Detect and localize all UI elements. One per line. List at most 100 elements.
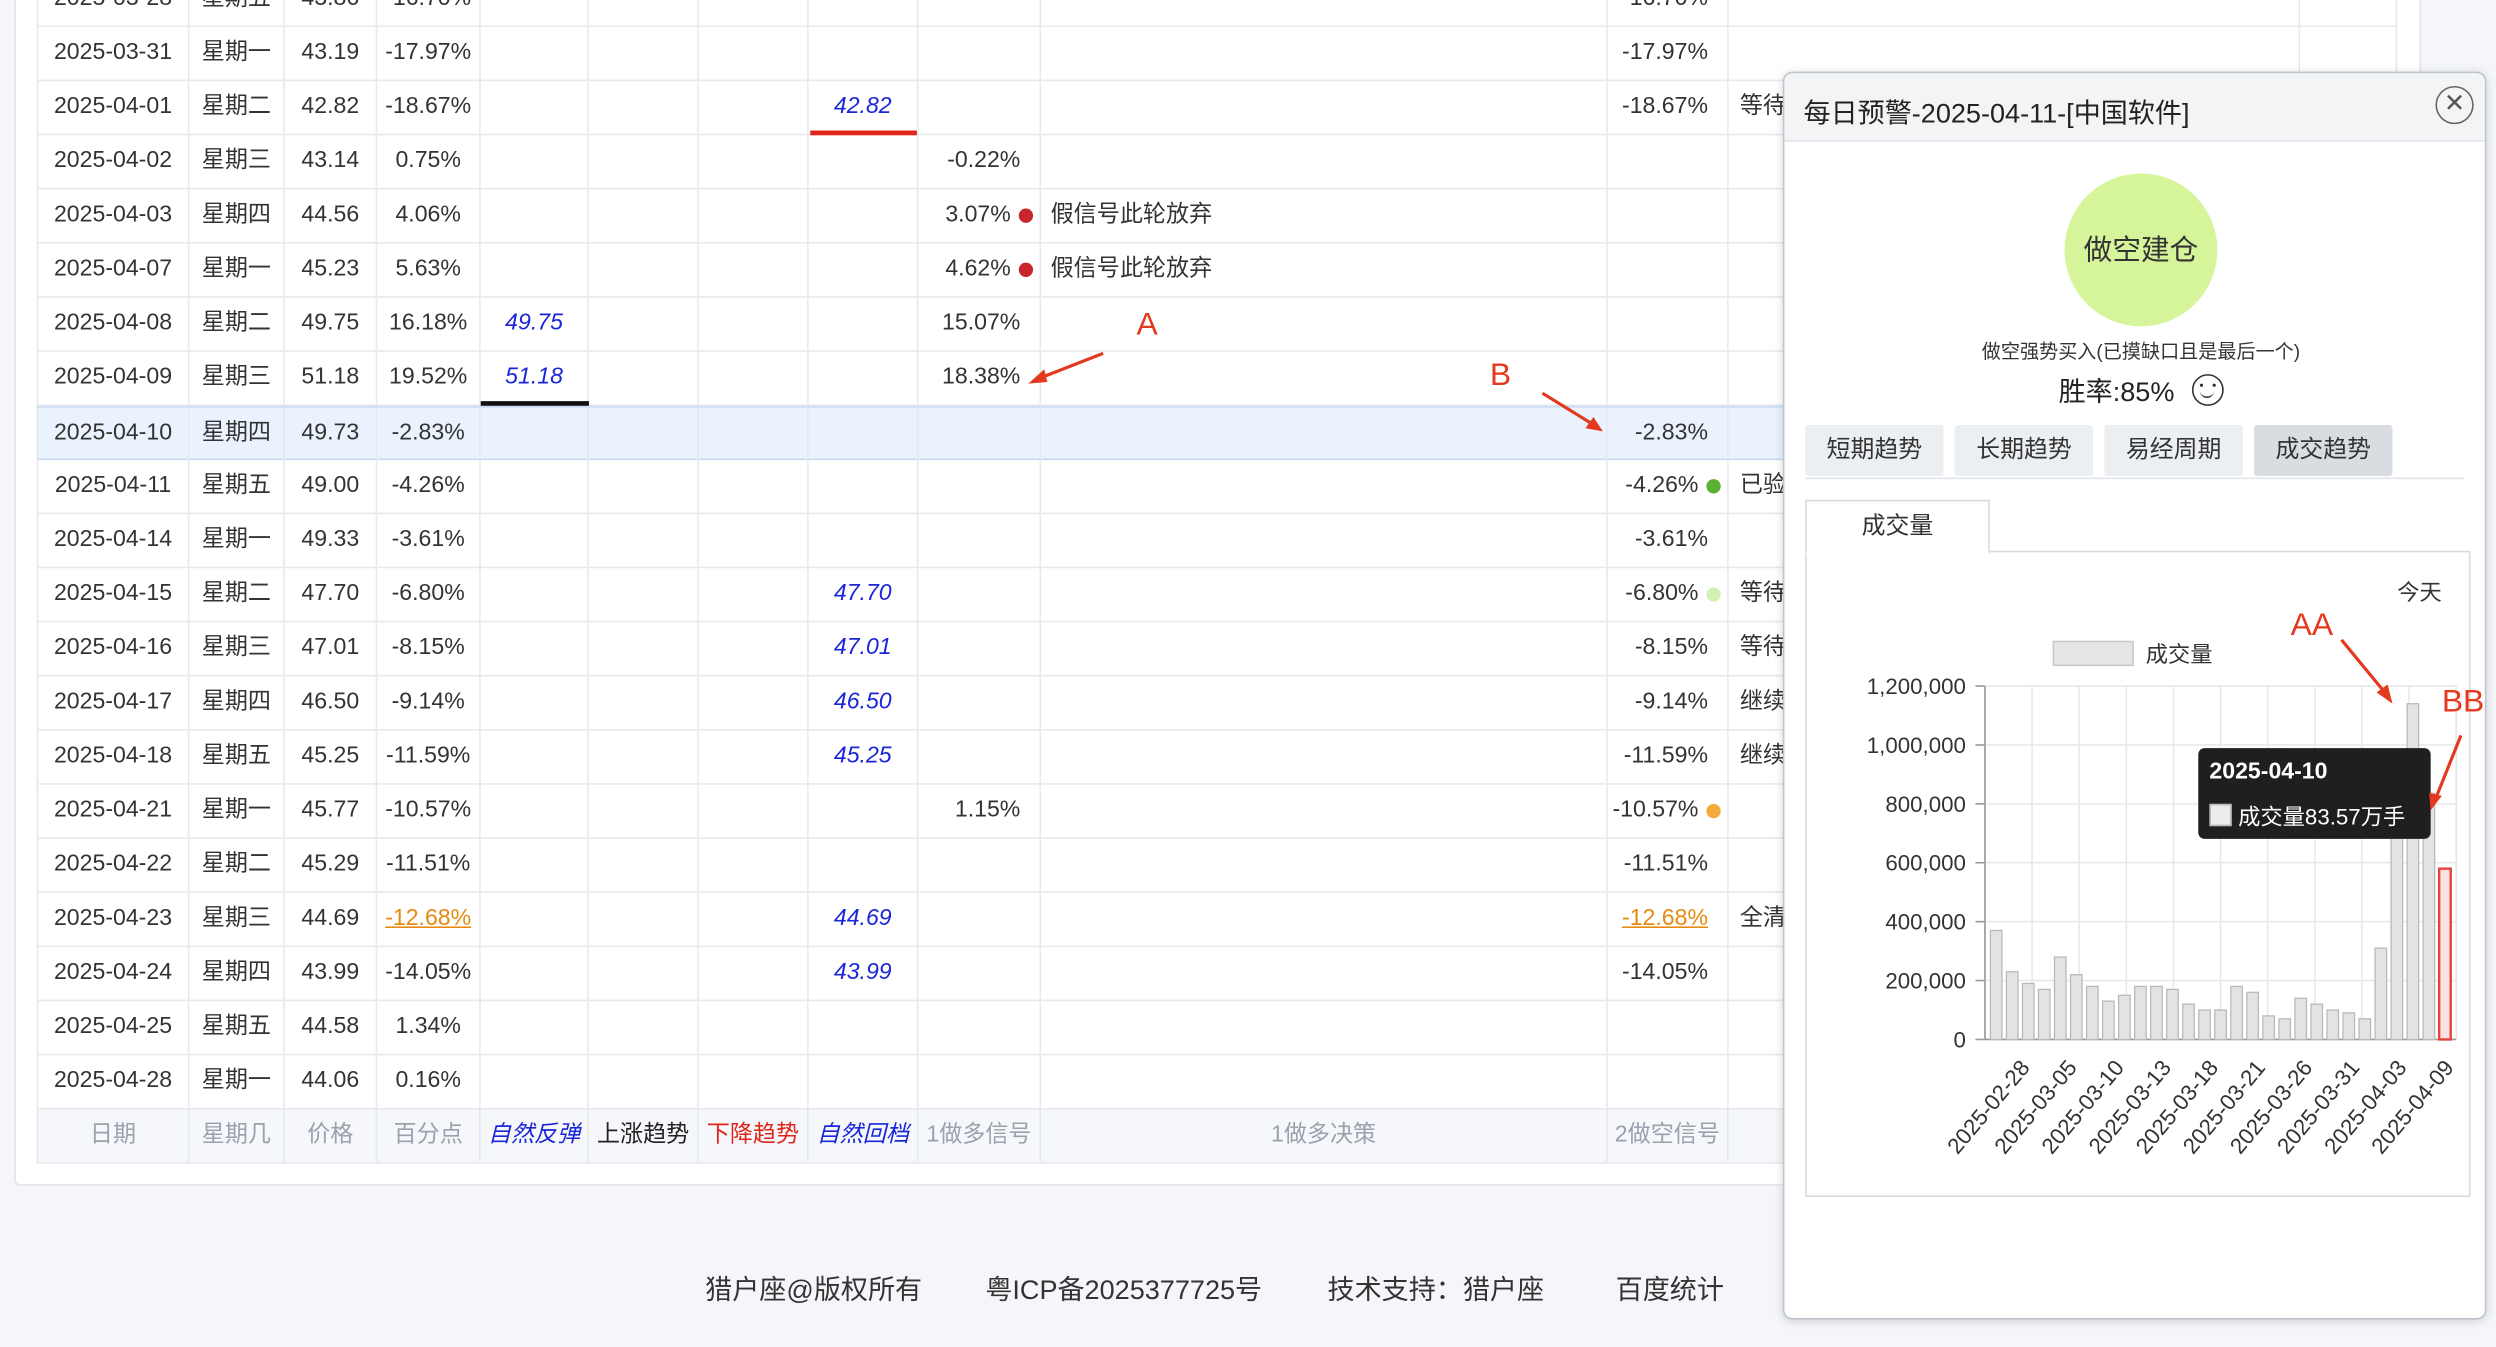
volume-bar	[2021, 982, 2035, 1041]
cell-date: 2025-04-08	[36, 297, 190, 351]
cell-weekday: 星期三	[189, 351, 285, 405]
volume-bar	[2437, 867, 2452, 1041]
cell-pct-text: -3.61%	[391, 526, 465, 553]
footer-pullback: 自然回档	[809, 1109, 919, 1163]
cell-pullback-text: 45.25	[833, 743, 892, 769]
cell-uptrend	[589, 135, 699, 188]
cell-uptrend	[589, 297, 699, 351]
cell-date: 2025-04-25	[36, 1001, 190, 1054]
cell-downtrend	[699, 351, 809, 405]
tab-volume-trend[interactable]: 成交趋势	[2253, 425, 2393, 476]
cell-pct-text: -4.26%	[391, 472, 465, 499]
cell-date-text: 2025-04-08	[53, 310, 173, 336]
footer-support[interactable]: 技术支持：猎户座	[1328, 1267, 1544, 1307]
cell-weekday-text: 星期二	[201, 93, 272, 120]
cell-pct-text: -2.83%	[391, 420, 465, 446]
table-row[interactable]: 2025-03-28 星期五 43.86 -16.70% -16.70%	[36, 0, 2398, 28]
cell-short-decision-text: 已验	[1739, 472, 1786, 499]
cell-date-text: 2025-03-31	[53, 39, 173, 66]
cell-rebound	[481, 622, 589, 675]
annotation-arrow-aa	[2340, 638, 2393, 704]
cell-pullback	[809, 838, 919, 892]
cell-price-text: 45.29	[301, 851, 360, 878]
cell-short-signal: -2.83%	[1608, 407, 1729, 461]
cell-weekday-text: 星期三	[201, 148, 272, 174]
cell-long-decision	[1041, 1055, 1608, 1108]
cell-price: 44.56	[285, 189, 378, 242]
cell-long-signal	[918, 622, 1042, 675]
footer-short-signal: 2做空信号	[1608, 1109, 1729, 1163]
cell-downtrend	[699, 1055, 809, 1108]
cell-long-decision	[1041, 568, 1608, 621]
cell-price-text: 45.77	[301, 797, 360, 823]
cell-long-decision	[1041, 947, 1608, 1000]
cell-weekday-text: 星期一	[201, 256, 272, 282]
cell-short-signal-text: -4.26%	[1625, 472, 1699, 499]
cell-price-text: 49.75	[301, 310, 360, 336]
cell-weekday: 星期四	[189, 676, 285, 730]
volume-bar	[2101, 1000, 2115, 1041]
cell-weekday: 星期二	[189, 81, 285, 134]
smile-icon	[2191, 374, 2224, 406]
cell-long-signal	[918, 838, 1042, 892]
cell-weekday-text: 星期五	[202, 0, 271, 11]
volume-bar	[2246, 991, 2260, 1041]
cell-long-decision	[1041, 676, 1608, 730]
volume-bar	[2278, 1018, 2292, 1041]
cell-short-signal: -4.26%	[1608, 460, 1729, 513]
cell-long-signal	[918, 460, 1042, 513]
cell-date: 2025-04-24	[36, 947, 190, 1000]
cell-uptrend	[589, 189, 699, 242]
cell-date-text: 2025-04-10	[53, 420, 173, 446]
legend-swatch	[2052, 640, 2134, 667]
cell-long-signal	[918, 892, 1042, 946]
cell-long-signal	[918, 0, 1042, 26]
cell-pullback-text: 46.50	[833, 689, 892, 715]
subtab-volume[interactable]: 成交量	[1805, 499, 1990, 554]
cell-rebound	[481, 568, 589, 621]
tab-short-trend[interactable]: 短期趋势	[1805, 425, 1944, 476]
cell-pct: -11.59%	[377, 730, 481, 784]
popup-title: 每日预警-2025-04-11-[中国软件]	[1803, 98, 2190, 129]
cell-uptrend	[589, 892, 699, 946]
signal-badge: 做空建仓	[2064, 173, 2218, 327]
cell-downtrend	[699, 676, 809, 730]
y-tick-label: 400,000	[1885, 910, 1965, 935]
status-dot-icon	[1018, 208, 1034, 223]
cell-pct-text: -12.68%	[385, 905, 472, 932]
cell-pullback: 47.01	[809, 622, 919, 675]
cell-short-signal-text: -14.05%	[1622, 959, 1709, 986]
cell-date: 2025-04-03	[36, 189, 190, 242]
cell-pct-text: -11.51%	[386, 851, 471, 878]
cell-rebound	[481, 407, 589, 461]
cell-weekday-text: 星期二	[201, 310, 272, 336]
cell-pct-text: 0.75%	[395, 148, 461, 174]
tab-yijing-cycle[interactable]: 易经周期	[2104, 425, 2243, 476]
cell-pullback	[809, 243, 919, 297]
cell-short-signal-text: -2.83%	[1634, 420, 1709, 446]
footer-stats[interactable]: 百度统计	[1616, 1267, 1724, 1307]
cell-downtrend	[699, 947, 809, 1000]
tab-long-trend[interactable]: 长期趋势	[1954, 425, 2094, 476]
cell-date: 2025-04-02	[36, 135, 190, 188]
cell-date-text: 2025-04-15	[53, 581, 173, 607]
footer-copyright: 猎户座@版权所有	[705, 1275, 923, 1306]
close-icon[interactable]: ✕	[2435, 85, 2474, 125]
cell-short-signal: -17.97%	[1608, 27, 1729, 80]
cell-long-decision	[1041, 135, 1608, 188]
cell-price-text: 44.58	[301, 1013, 360, 1040]
cell-downtrend	[699, 730, 809, 784]
footer-icp[interactable]: 粤ICP备2025377725号	[985, 1267, 1262, 1307]
volume-bar	[2230, 985, 2243, 1041]
status-dot-icon	[1706, 478, 1721, 493]
cell-price: 43.99	[285, 947, 378, 1000]
cell-date: 2025-03-28	[36, 0, 190, 26]
cell-long-signal	[918, 676, 1042, 730]
cell-weekday: 星期一	[189, 243, 285, 297]
cell-weekday: 星期一	[189, 514, 285, 567]
cell-long-signal: 4.62%	[918, 243, 1042, 297]
status-dot-icon	[1018, 262, 1034, 277]
cell-weekday-text: 星期一	[201, 526, 272, 553]
cell-date-text: 2025-04-28	[53, 1068, 173, 1094]
cell-pullback	[809, 297, 919, 351]
